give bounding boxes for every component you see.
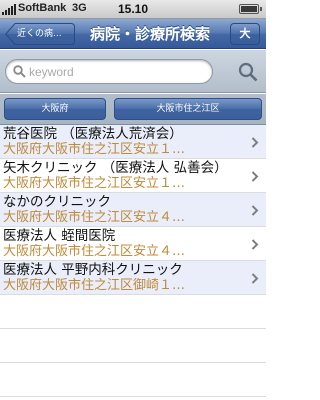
clinic-name: 医療法人 蛭間医院 [3, 228, 116, 244]
clinic-name: 荒谷医院 （医療法人荒済会） [3, 126, 183, 142]
empty-row [0, 363, 266, 397]
list-item[interactable]: 医療法人 平野内科クリニック 大阪府大阪市住之江区御崎１… [0, 261, 266, 295]
clinic-name: 医療法人 平野内科クリニック [3, 262, 183, 278]
search-button-icon[interactable] [238, 62, 258, 82]
list-item[interactable]: 荒谷医院 （医療法人荒済会） 大阪府大阪市住之江区安立１… [0, 125, 266, 159]
chevron-right-icon [251, 273, 259, 284]
empty-row [0, 295, 266, 329]
list-item[interactable]: 医療法人 蛭間医院 大阪府大阪市住之江区安立４… [0, 227, 266, 261]
clinic-name: 矢木クリニック （医療法人 弘善会） [3, 160, 228, 176]
status-bar: SoftBank 3G 15.10 [0, 0, 266, 19]
chevron-right-icon [251, 171, 259, 182]
chevron-right-icon [251, 137, 259, 148]
empty-row [0, 329, 266, 363]
back-button[interactable]: 近くの病... [5, 23, 75, 45]
navigation-bar: 近くの病... 病院・診療所検索 大 [0, 19, 266, 49]
battery-icon [239, 4, 262, 14]
clinic-name: なかのクリニック [3, 194, 111, 210]
search-input[interactable] [29, 63, 209, 81]
list-item[interactable]: 矢木クリニック （医療法人 弘善会） 大阪府大阪市住之江区安立１… [0, 159, 266, 193]
results-list: 荒谷医院 （医療法人荒済会） 大阪府大阪市住之江区安立１… 矢木クリニック （医… [0, 125, 266, 397]
search-icon [13, 65, 26, 78]
chevron-right-icon [251, 205, 259, 216]
clock: 15.10 [117, 2, 149, 16]
clinic-address: 大阪府大阪市住之江区安立４… [3, 244, 186, 259]
text-size-button[interactable]: 大 [230, 23, 260, 45]
clinic-address: 大阪府大阪市住之江区御崎１… [3, 278, 186, 293]
back-button-label: 近くの病... [17, 29, 62, 39]
scope-bar: 大阪府 大阪市住之江区 [0, 94, 266, 125]
search-field[interactable] [5, 59, 213, 84]
clinic-address: 大阪府大阪市住之江区安立１… [3, 142, 186, 157]
ward-button[interactable]: 大阪市住之江区 [114, 98, 262, 120]
list-item[interactable]: なかのクリニック 大阪府大阪市住之江区安立４… [0, 193, 266, 227]
search-bar [0, 50, 266, 93]
prefecture-button[interactable]: 大阪府 [4, 98, 106, 120]
chevron-right-icon [251, 239, 259, 250]
clinic-address: 大阪府大阪市住之江区安立４… [3, 210, 186, 225]
clinic-address: 大阪府大阪市住之江区安立１… [3, 176, 186, 191]
page-title: 病院・診療所検索 [89, 25, 210, 43]
